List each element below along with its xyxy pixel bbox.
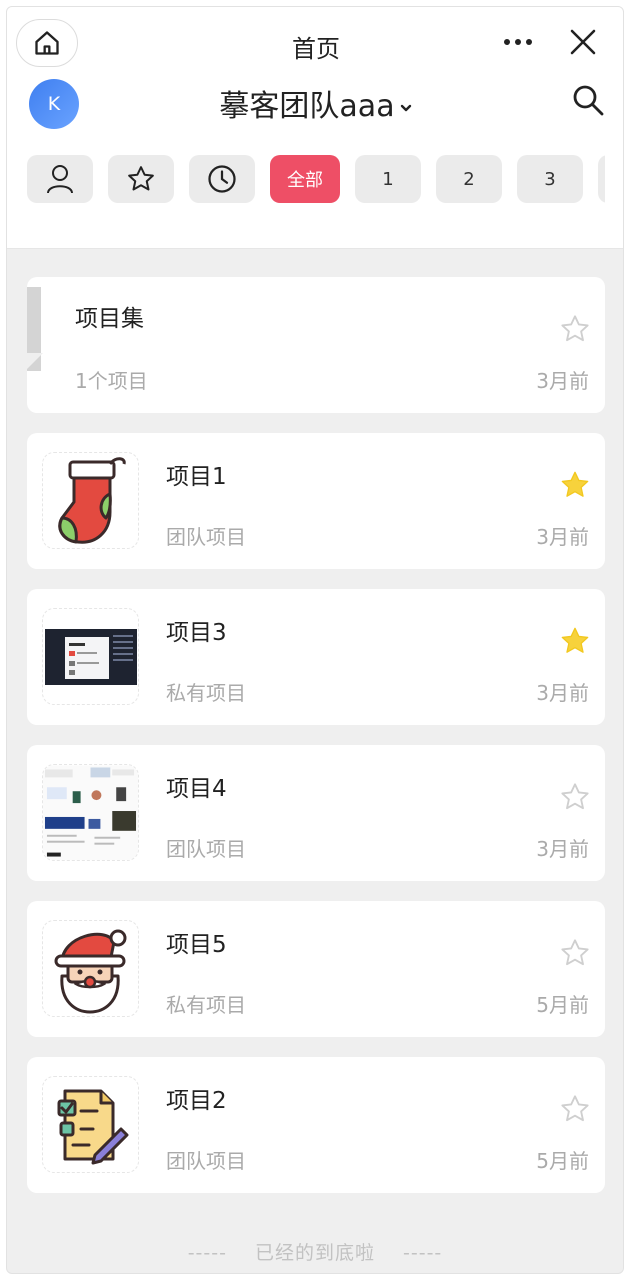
project-set-card[interactable]: 项目集 1个项目 3月前 xyxy=(27,277,605,413)
project-type: 团队项目 xyxy=(166,525,246,549)
divider-dash-right: ----- xyxy=(403,1242,443,1264)
dark-screenshot xyxy=(44,628,137,685)
filter-tag-2[interactable]: 2 xyxy=(436,155,502,203)
star-outline-icon[interactable] xyxy=(559,313,591,345)
santa-icon xyxy=(54,929,126,1013)
filter-recent[interactable] xyxy=(189,155,255,203)
project-name: 项目4 xyxy=(166,776,227,802)
filter-tag-1[interactable]: 1 xyxy=(355,155,421,203)
star-outline-icon[interactable] xyxy=(559,1093,591,1125)
project-card[interactable]: 项目5 私有项目 5月前 xyxy=(27,901,605,1037)
project-name: 项目5 xyxy=(166,932,227,958)
project-name: 项目2 xyxy=(166,1088,227,1114)
project-set-count: 1个项目 xyxy=(75,369,148,393)
filter-bar: 全部 1 2 3 xyxy=(27,155,605,205)
project-name: 项目3 xyxy=(166,620,227,646)
filter-starred[interactable] xyxy=(108,155,174,203)
project-list: 项目集 1个项目 3月前 项目1 团队项目 3月前 项目3 私有项目 3月前 项… xyxy=(27,277,605,1213)
star-filled-icon[interactable] xyxy=(559,469,591,501)
project-time: 3月前 xyxy=(536,681,589,705)
project-card[interactable]: 项目2 团队项目 5月前 xyxy=(27,1057,605,1193)
sock-icon xyxy=(57,456,126,544)
project-thumbnail xyxy=(42,1076,139,1173)
project-set-time: 3月前 xyxy=(536,369,589,393)
team-name: 摹客团队aaa xyxy=(219,89,395,124)
project-time: 3月前 xyxy=(536,525,589,549)
star-icon xyxy=(128,166,154,191)
project-card[interactable]: 项目1 团队项目 3月前 xyxy=(27,433,605,569)
user-icon xyxy=(47,165,73,194)
end-of-list-note: ----- 已经的到底啦 ----- xyxy=(0,1238,630,1265)
project-type: 私有项目 xyxy=(166,993,246,1017)
team-switcher[interactable]: 摹客团队aaa xyxy=(7,81,623,125)
star-filled-icon[interactable] xyxy=(559,625,591,657)
web-collage xyxy=(43,765,138,860)
clock-icon xyxy=(208,165,236,193)
project-thumbnail xyxy=(42,764,139,861)
search-icon[interactable] xyxy=(571,83,605,117)
project-time: 3月前 xyxy=(536,837,589,861)
close-icon[interactable] xyxy=(568,27,598,57)
project-card[interactable]: 项目3 私有项目 3月前 xyxy=(27,589,605,725)
project-set-name: 项目集 xyxy=(75,306,144,332)
filter-all[interactable]: 全部 xyxy=(270,155,340,203)
divider-dash-left: ----- xyxy=(187,1242,227,1264)
star-outline-icon[interactable] xyxy=(559,781,591,813)
project-thumbnail xyxy=(42,608,139,705)
end-of-list-text: 已经的到底啦 xyxy=(254,1242,375,1264)
project-type: 团队项目 xyxy=(166,837,246,861)
header: 首页 K 摹客团队aaa 全部 1 2 3 xyxy=(7,7,623,249)
project-type: 团队项目 xyxy=(166,1149,246,1173)
filter-mine[interactable] xyxy=(27,155,93,203)
document-edit-icon xyxy=(57,1089,128,1164)
filter-tag-more[interactable] xyxy=(598,155,605,203)
app-frame: 首页 K 摹客团队aaa 全部 1 2 3 项目集 1个项目 3月前 项目1 团… xyxy=(6,6,624,1274)
project-thumbnail xyxy=(42,920,139,1017)
more-icon[interactable] xyxy=(503,37,533,47)
project-time: 5月前 xyxy=(536,1149,589,1173)
project-name: 项目1 xyxy=(166,464,227,490)
filter-tag-3[interactable]: 3 xyxy=(517,155,583,203)
chevron-down-icon xyxy=(400,104,411,111)
project-type: 私有项目 xyxy=(166,681,246,705)
project-time: 5月前 xyxy=(536,993,589,1017)
folder-notch xyxy=(27,353,43,369)
star-outline-icon[interactable] xyxy=(559,937,591,969)
project-card[interactable]: 项目4 团队项目 3月前 xyxy=(27,745,605,881)
project-thumbnail xyxy=(42,452,139,549)
